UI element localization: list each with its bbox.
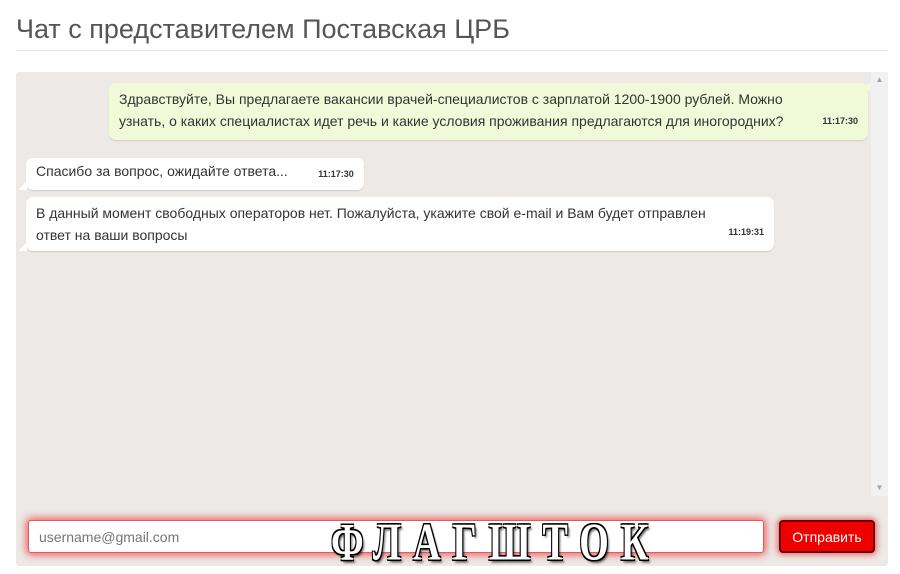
message-time: 11:19:31 xyxy=(728,227,764,237)
outgoing-message: Здравствуйте, Вы предлагаете вакансии вр… xyxy=(109,83,876,140)
message-time: 11:17:30 xyxy=(318,169,354,179)
title-divider xyxy=(16,50,888,51)
page-title: Чат с представителем Поставская ЦРБ xyxy=(16,14,510,44)
message-text: Спасибо за вопрос, ожидайте ответа... xyxy=(36,163,288,179)
message-time: 11:17:30 xyxy=(822,116,858,126)
message-text: Здравствуйте, Вы предлагаете вакансии вр… xyxy=(119,91,784,129)
triangle-up-icon[interactable]: ▲ xyxy=(871,72,888,88)
composer: Отправить xyxy=(16,508,888,564)
messages-area: Здравствуйте, Вы предлагаете вакансии вр… xyxy=(16,72,876,496)
message-text: В данный момент свободных операторов нет… xyxy=(36,205,706,243)
incoming-message: В данный момент свободных операторов нет… xyxy=(18,197,774,251)
email-input[interactable] xyxy=(28,520,764,553)
triangle-down-icon[interactable]: ▼ xyxy=(871,480,888,496)
messages-scrollbar[interactable]: ▲ ▼ xyxy=(871,72,888,496)
chat-panel: Здравствуйте, Вы предлагаете вакансии вр… xyxy=(16,72,888,566)
incoming-message: Спасибо за вопрос, ожидайте ответа... 11… xyxy=(18,158,364,190)
send-button[interactable]: Отправить xyxy=(779,520,875,553)
